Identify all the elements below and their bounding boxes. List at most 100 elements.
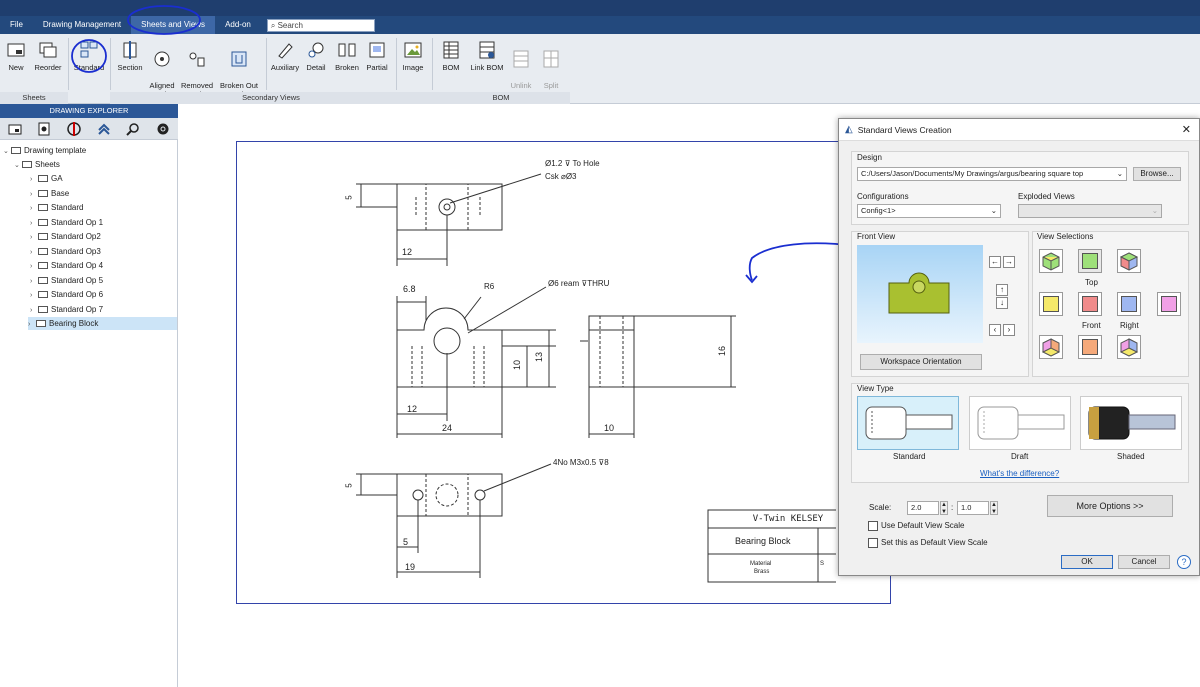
expand-icon[interactable]: › [30,275,38,288]
tree-item-sheet[interactable]: › Standard Op2 [30,230,101,243]
tree-item-sheet[interactable]: › Standard Op 5 [30,274,103,287]
unlink-bom-button[interactable]: Unlink BOM [506,38,536,99]
standard-render-icon [865,406,953,440]
ok-button[interactable]: OK [1061,555,1113,569]
iso-view-cube-icon[interactable] [1117,249,1141,273]
browse-button[interactable]: Browse... [1133,167,1181,181]
iso-view-cube-icon[interactable] [1039,335,1063,359]
back-view-cube-icon[interactable] [1157,292,1181,316]
group-label-secondary-views: Secondary Views [110,92,432,104]
expand-icon[interactable]: › [28,318,36,331]
section-view-button[interactable]: Section [114,38,146,90]
tab-file[interactable]: File [0,16,33,34]
aligned-section-button[interactable]: Aligned Section [146,38,178,99]
chevron-down-icon: ⌄ [1116,169,1123,178]
expand-icon[interactable]: › [30,260,38,273]
right-view-cube-icon[interactable] [1117,292,1141,316]
reorder-button[interactable]: Reorder [32,38,64,90]
whats-the-difference-link[interactable]: What's the difference? [980,469,1059,478]
tree-item-sheet[interactable]: › Base [30,187,69,200]
broken-out-section-button[interactable]: Broken Out Section [216,38,262,99]
standard-view-button[interactable]: Standard [72,38,106,90]
expand-icon[interactable]: › [30,217,38,230]
tab-sheets-and-views[interactable]: Sheets and Views [131,16,216,34]
arrow-down-icon[interactable]: ↓ [996,297,1008,309]
new-sheet-icon[interactable] [8,123,22,135]
rotate-left-icon[interactable]: ‹ [989,324,1001,336]
expand-icon[interactable]: › [30,173,38,186]
view-type-standard[interactable] [857,396,959,450]
view-type-label: View Type [857,384,894,393]
gear-icon[interactable] [156,122,170,136]
tab-drawing-management[interactable]: Drawing Management [33,16,131,34]
scale-numerator-spinner[interactable]: ▲ ▼ [940,501,948,515]
sheet-icon [38,219,48,226]
help-icon[interactable]: ? [1177,555,1191,569]
more-options-button[interactable]: More Options >> [1047,495,1173,517]
tree-item-sheet[interactable]: › Standard Op 6 [30,288,103,301]
drawing-icon [11,147,21,154]
rotate-right-icon[interactable]: › [1003,324,1015,336]
tree-item-sheet[interactable]: › Standard Op 4 [30,259,103,272]
search-icon[interactable] [126,122,140,136]
broken-view-button[interactable]: Broken [332,38,362,90]
exploded-views-select[interactable]: ⌄ [1018,204,1162,218]
expand-icon[interactable]: › [30,202,38,215]
scale-denominator-spinner[interactable]: ▲ ▼ [990,501,998,515]
tree-item-sheet[interactable]: › GA [30,172,63,185]
top-view-cube-icon[interactable] [1078,249,1102,273]
view-type-draft[interactable] [969,396,1071,450]
design-path-select[interactable]: C:/Users/Jason/Documents/My Drawings/arg… [857,167,1127,181]
iso-view-cube-icon[interactable] [1039,249,1063,273]
detail-view-button[interactable]: Detail [302,38,330,90]
removed-section-button[interactable]: Removed Section [178,38,216,99]
settings-page-icon[interactable] [37,122,51,136]
front-view-preview[interactable] [857,245,983,343]
close-icon[interactable]: ✕ [1182,123,1191,136]
left-view-cube-icon[interactable] [1078,335,1102,359]
iso-view-cube-icon[interactable] [1117,335,1141,359]
split-bom-button[interactable]: Split BOM [536,38,566,99]
front-view-cube-icon[interactable] [1078,292,1102,316]
tree-item-sheet-selected[interactable]: › Bearing Block [28,317,177,330]
arrow-up-icon[interactable]: ↑ [996,284,1008,296]
expand-icon[interactable]: › [30,188,38,201]
tab-add-on[interactable]: Add-on [215,16,261,34]
collapse-icon[interactable]: ⌄ [14,159,22,172]
tree-item-sheets[interactable]: ⌄ Sheets [14,158,60,171]
section-circle-icon[interactable] [67,121,81,136]
unlink-bom-icon [513,50,529,68]
configurations-select[interactable]: Config<1> ⌄ [857,204,1001,218]
ribbon: New Reorder Standard Section Aligned Sec… [0,34,1200,104]
bom-button[interactable]: BOM [436,38,466,90]
link-bom-button[interactable]: Link BOM [468,38,506,90]
expand-icon[interactable]: › [30,289,38,302]
use-default-scale-checkbox[interactable] [868,521,878,531]
scale-denominator-input[interactable]: 1.0 [957,501,989,515]
partial-view-button[interactable]: Partial [362,38,392,90]
tree-item-sheet[interactable]: › Standard Op 7 [30,303,103,316]
expand-icon[interactable]: › [30,304,38,317]
tree-item-sheet[interactable]: › Standard Op3 [30,245,101,258]
workspace-orientation-button[interactable]: Workspace Orientation [860,354,982,370]
tree-item-drawing-template[interactable]: ⌄ Drawing template [3,144,86,157]
tree-item-sheet[interactable]: › Standard Op 1 [30,216,103,229]
search-input[interactable]: ⌕ Search [266,18,375,32]
set-default-scale-label: Set this as Default View Scale [881,538,988,547]
expand-icon[interactable]: › [30,231,38,244]
image-button[interactable]: Image [398,38,428,90]
cancel-button[interactable]: Cancel [1118,555,1170,569]
scale-numerator-input[interactable]: 2.0 [907,501,939,515]
auxiliary-view-button[interactable]: Auxiliary [268,38,302,90]
view-type-shaded[interactable] [1080,396,1182,450]
new-sheet-button[interactable]: New [4,38,28,90]
tree-item-sheet[interactable]: › Standard [30,201,83,214]
arrow-left-icon[interactable]: ← [989,256,1001,268]
collapse-icon[interactable]: ⌄ [3,145,11,158]
use-default-scale-label: Use Default View Scale [881,521,965,530]
expand-icon[interactable]: › [30,246,38,259]
bottom-view-cube-icon[interactable] [1039,292,1063,316]
arrow-right-icon[interactable]: → [1003,256,1015,268]
set-default-scale-checkbox[interactable] [868,538,878,548]
collapse-up-icon[interactable] [97,122,111,136]
